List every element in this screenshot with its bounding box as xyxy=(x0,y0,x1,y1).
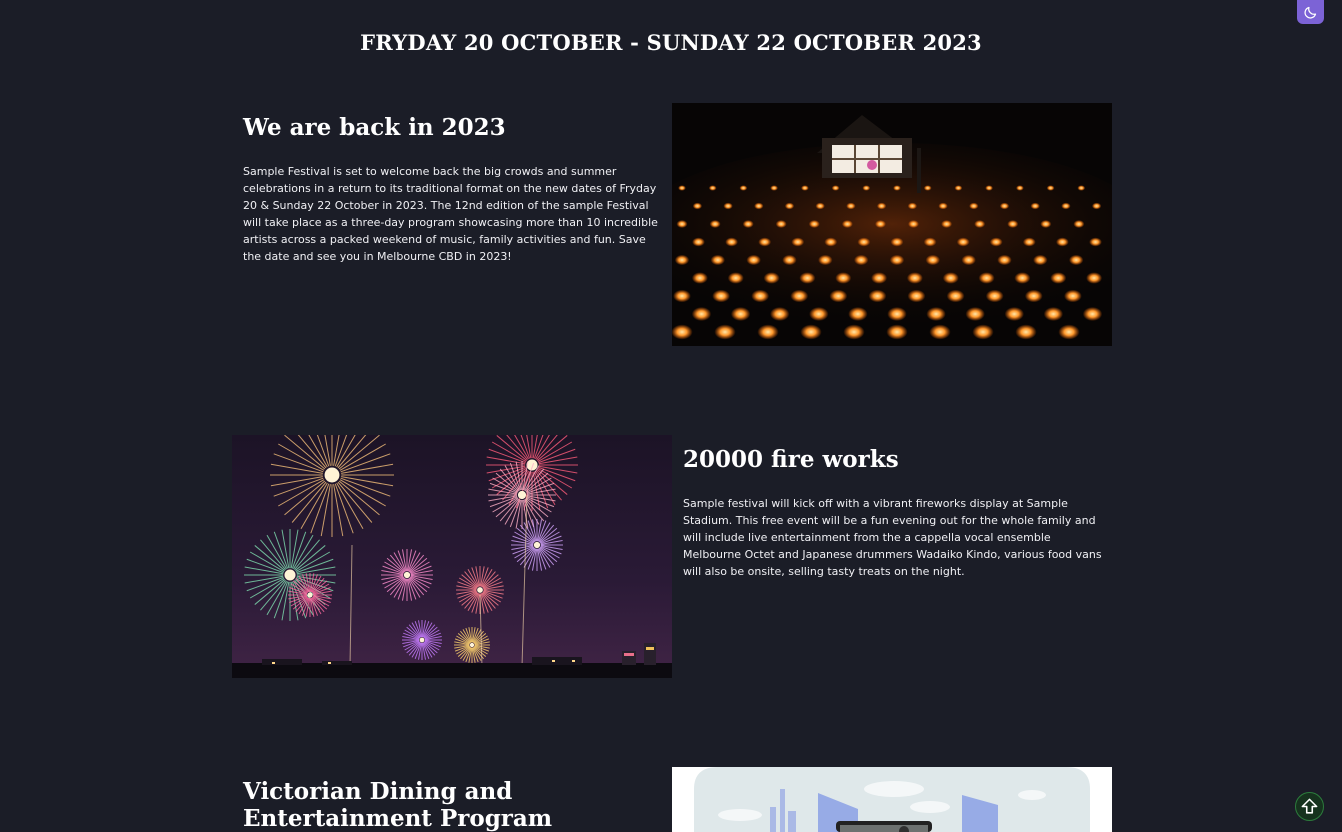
section-title: 20000 fire works xyxy=(683,446,899,473)
event-date-banner: FRYDAY 20 OCTOBER - SUNDAY 22 OCTOBER 20… xyxy=(360,30,982,55)
arrow-up-icon xyxy=(1301,798,1318,814)
section-body: Sample Festival is set to welcome back t… xyxy=(243,165,658,263)
city-illustration xyxy=(672,767,1112,832)
moon-icon xyxy=(1304,6,1317,19)
section-body: Sample festival will kick off with a vib… xyxy=(683,497,1102,578)
snow-lantern-festival-photo xyxy=(672,103,1112,346)
section-title: We are back in 2023 xyxy=(243,114,506,141)
fireworks-photo xyxy=(232,435,672,678)
dark-mode-toggle[interactable] xyxy=(1297,0,1324,24)
scroll-to-top-button[interactable] xyxy=(1295,792,1324,821)
section-title: Victorian Dining and Entertainment Progr… xyxy=(243,778,553,832)
